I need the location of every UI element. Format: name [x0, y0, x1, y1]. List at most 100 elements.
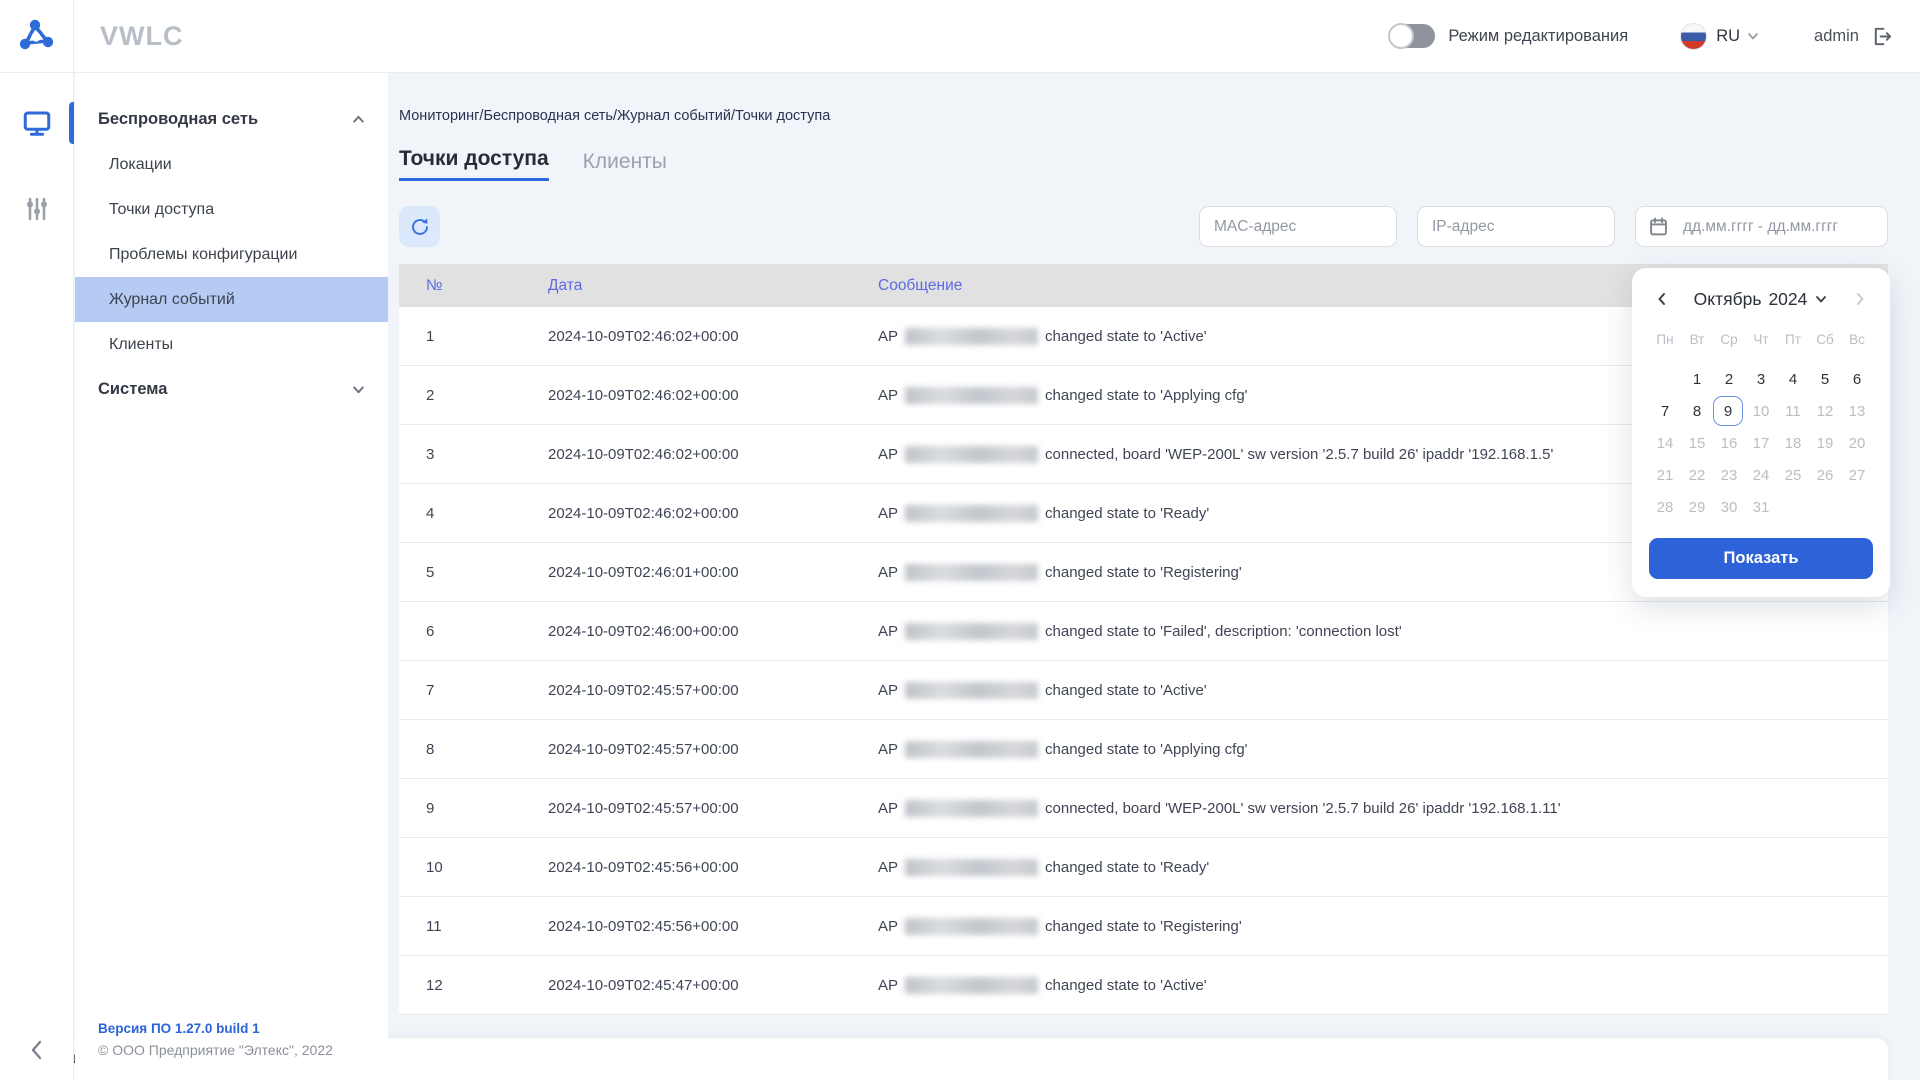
row-number: 6 — [426, 623, 548, 640]
refresh-icon — [409, 216, 431, 238]
date-picker-popup: Октябрь 2024 ПнВтСрЧтПтСбВс 123456789101… — [1632, 268, 1890, 597]
calendar-day — [1841, 492, 1873, 522]
chevron-up-icon — [351, 112, 366, 127]
table-row[interactable]: 11 2024-10-09T02:45:56+00:00 AP changed … — [399, 897, 1888, 956]
table-row[interactable]: 12 2024-10-09T02:45:47+00:00 AP changed … — [399, 956, 1888, 1015]
sidebar-item-locations[interactable]: Локации — [75, 142, 388, 187]
calendar-day: 26 — [1809, 460, 1841, 490]
row-date: 2024-10-09T02:45:47+00:00 — [548, 977, 878, 994]
row-date: 2024-10-09T02:45:56+00:00 — [548, 859, 878, 876]
weekday-label: Вс — [1841, 326, 1873, 352]
calendar-day[interactable]: 4 — [1777, 364, 1809, 394]
row-number: 4 — [426, 505, 548, 522]
calendar-day[interactable]: 6 — [1841, 364, 1873, 394]
table-row[interactable]: 7 2024-10-09T02:45:57+00:00 AP changed s… — [399, 661, 1888, 720]
table-row[interactable]: 10 2024-10-09T02:45:56+00:00 AP changed … — [399, 838, 1888, 897]
sidebar-section-wireless[interactable]: Беспроводная сеть — [75, 97, 388, 142]
sidebar-section-system[interactable]: Система — [75, 367, 388, 412]
app-root: VWLC Режим редактирования RU admin — [0, 0, 1920, 1080]
icon-rail — [0, 73, 74, 1080]
copyright-text: © ООО Предприятие "Элтекс", 2022 — [98, 1040, 388, 1062]
calendar-day: 16 — [1713, 428, 1745, 458]
edit-mode-label: Режим редактирования — [1448, 27, 1628, 46]
row-date: 2024-10-09T02:46:02+00:00 — [548, 505, 878, 522]
tab-clients[interactable]: Клиенты — [583, 150, 667, 181]
calendar-day[interactable]: 8 — [1681, 396, 1713, 426]
date-range-field[interactable] — [1635, 206, 1888, 247]
row-date: 2024-10-09T02:45:57+00:00 — [548, 800, 878, 817]
app-title: VWLC — [100, 21, 183, 52]
sidebar-item-access-points[interactable]: Точки доступа — [75, 187, 388, 232]
sidebar-item-clients[interactable]: Клиенты — [75, 322, 388, 367]
language-code: RU — [1716, 27, 1740, 46]
calendar-day[interactable]: 2 — [1713, 364, 1745, 394]
chevron-down-icon — [1814, 292, 1828, 306]
sidebar-item-event-log[interactable]: Журнал событий — [75, 277, 388, 322]
calendar-day: 27 — [1841, 460, 1873, 490]
calendar-day: 18 — [1777, 428, 1809, 458]
redacted-mac-address — [905, 859, 1038, 876]
section-label: Система — [98, 380, 167, 399]
edit-mode-toggle[interactable] — [1389, 24, 1435, 48]
calendar-day: 21 — [1649, 460, 1681, 490]
row-number: 1 — [426, 328, 548, 345]
menu-item-label: Клиенты — [109, 336, 173, 354]
toggle-knob — [1388, 23, 1414, 49]
calendar-day: 12 — [1809, 396, 1841, 426]
logout-icon[interactable] — [1871, 25, 1894, 48]
date-range-input[interactable] — [1683, 218, 1873, 236]
row-date: 2024-10-09T02:45:56+00:00 — [548, 918, 878, 935]
row-message-suffix: changed state to 'Applying cfg' — [1045, 387, 1248, 404]
weekday-label: Ср — [1713, 326, 1745, 352]
prev-month-button[interactable] — [1649, 286, 1675, 312]
year-label: 2024 — [1768, 289, 1807, 310]
mac-address-input[interactable] — [1199, 206, 1397, 247]
refresh-button[interactable] — [399, 206, 440, 247]
ip-address-input[interactable] — [1417, 206, 1615, 247]
row-message-suffix: changed state to 'Active' — [1045, 328, 1207, 345]
month-label: Октябрь — [1694, 289, 1762, 310]
toolbar — [399, 206, 1888, 247]
language-selector[interactable]: RU — [1680, 23, 1760, 50]
menu-item-label: Точки доступа — [109, 201, 214, 219]
column-header-date[interactable]: Дата — [548, 277, 878, 295]
rail-item-monitoring[interactable] — [0, 91, 74, 155]
menu-item-label: Журнал событий — [109, 291, 235, 309]
tab-access-points[interactable]: Точки доступа — [399, 147, 549, 181]
weekday-label: Пт — [1777, 326, 1809, 352]
row-message: AP changed state to 'Failed', descriptio… — [878, 623, 1888, 640]
row-date: 2024-10-09T02:46:02+00:00 — [548, 328, 878, 345]
calendar-day: 23 — [1713, 460, 1745, 490]
sidebar-item-config-problems[interactable]: Проблемы конфигурации — [75, 232, 388, 277]
next-month-button[interactable] — [1847, 286, 1873, 312]
calendar-day[interactable]: 7 — [1649, 396, 1681, 426]
row-number: 3 — [426, 446, 548, 463]
show-button[interactable]: Показать — [1649, 538, 1873, 579]
redacted-mac-address — [905, 741, 1038, 758]
calendar-day: 22 — [1681, 460, 1713, 490]
calendar-day: 20 — [1841, 428, 1873, 458]
redacted-mac-address — [905, 328, 1038, 345]
calendar-day[interactable]: 1 — [1681, 364, 1713, 394]
redacted-mac-address — [905, 800, 1038, 817]
table-row[interactable]: 6 2024-10-09T02:46:00+00:00 AP changed s… — [399, 602, 1888, 661]
app-logo[interactable] — [0, 0, 74, 73]
sidebar-collapse-button[interactable] — [27, 1038, 47, 1062]
row-message-prefix: AP — [878, 328, 898, 345]
table-row[interactable]: 9 2024-10-09T02:45:57+00:00 AP connected… — [399, 779, 1888, 838]
chevron-left-icon — [27, 1038, 47, 1062]
rail-active-indicator — [69, 102, 74, 144]
calendar-day-selected[interactable]: 9 — [1713, 396, 1743, 426]
calendar-day[interactable]: 5 — [1809, 364, 1841, 394]
column-header-number[interactable]: № — [426, 277, 548, 295]
row-date: 2024-10-09T02:45:57+00:00 — [548, 682, 878, 699]
row-message-prefix: AP — [878, 800, 898, 817]
row-message-suffix: changed state to 'Ready' — [1045, 505, 1209, 522]
table-row[interactable]: 8 2024-10-09T02:45:57+00:00 AP changed s… — [399, 720, 1888, 779]
software-version-link[interactable]: Версия ПО 1.27.0 build 1 — [98, 1019, 388, 1040]
rail-item-settings[interactable] — [0, 177, 74, 241]
calendar-day[interactable]: 3 — [1745, 364, 1777, 394]
month-year-selector[interactable]: Октябрь 2024 — [1694, 289, 1829, 310]
weekday-label: Вт — [1681, 326, 1713, 352]
row-message-prefix: AP — [878, 682, 898, 699]
